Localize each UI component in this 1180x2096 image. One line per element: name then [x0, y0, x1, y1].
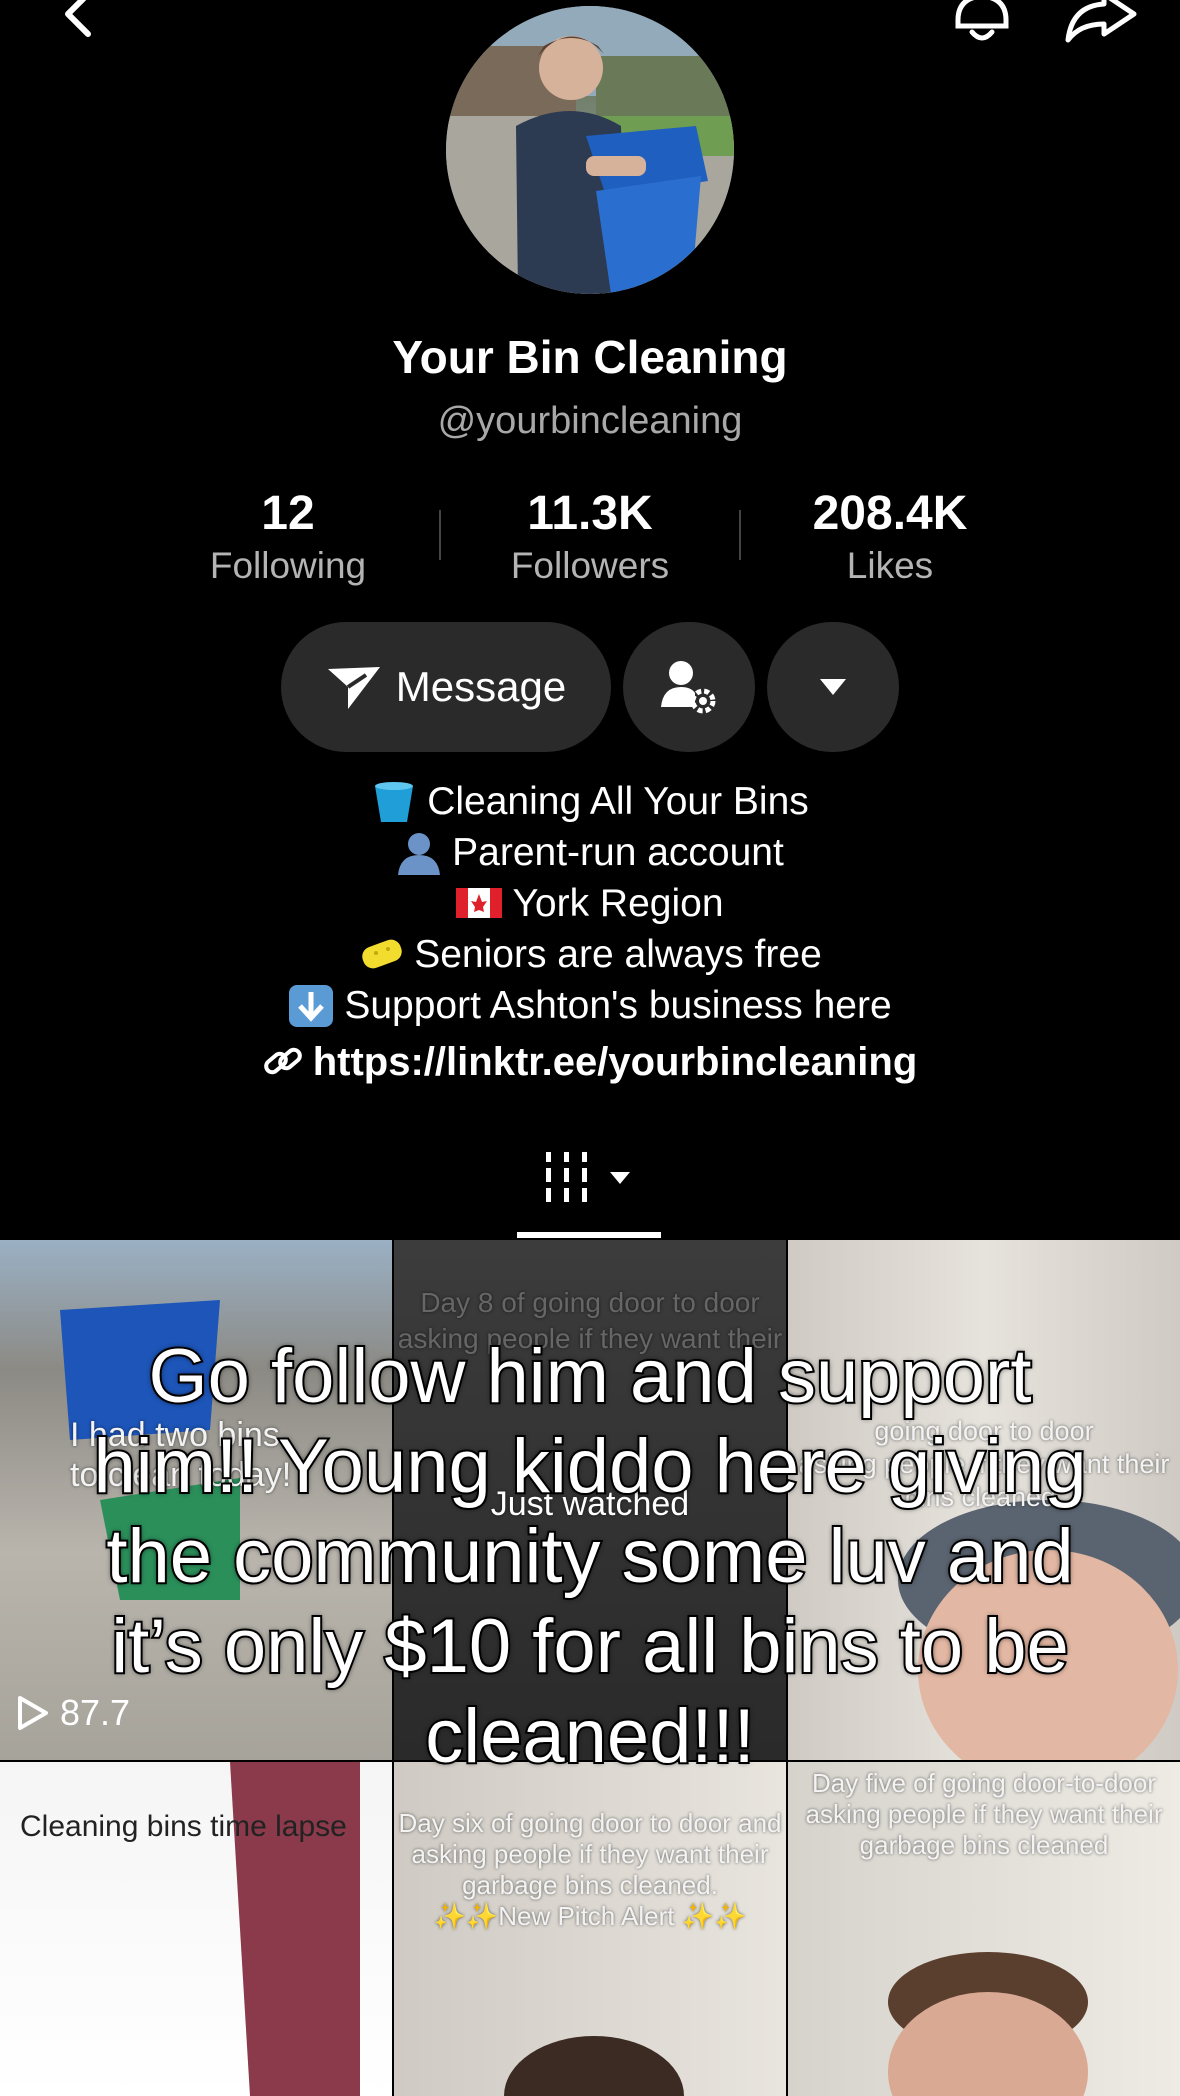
- back-chevron-icon[interactable]: [56, 0, 100, 42]
- bio-line: Support Ashton's business here: [0, 984, 1180, 1028]
- bio-text: Parent-run account: [452, 831, 784, 874]
- play-icon: [18, 1696, 48, 1730]
- bell-icon[interactable]: [950, 0, 1014, 48]
- link-icon: [263, 1043, 303, 1079]
- stat-followers-value: 11.3K: [527, 487, 653, 540]
- silhouette-icon: [396, 831, 442, 875]
- profile-name: Your Bin Cleaning: [392, 331, 788, 383]
- bio-text: Cleaning All Your Bins: [427, 780, 809, 823]
- video-tile[interactable]: Day five of going door-to-door asking pe…: [788, 1762, 1180, 2096]
- send-icon: [326, 663, 382, 711]
- message-button-label: Message: [395, 663, 567, 710]
- stat-likes[interactable]: 208.4K Likes: [740, 486, 1040, 587]
- stat-following[interactable]: 12 Following: [138, 486, 438, 587]
- friend-settings-button[interactable]: [623, 622, 755, 752]
- bio-text: York Region: [512, 882, 724, 925]
- profile-handle: @yourbincleaning: [437, 400, 743, 442]
- stat-following-value: 12: [261, 487, 315, 540]
- bio-line: Seniors are always free: [0, 933, 1180, 977]
- bucket-icon: [371, 780, 417, 822]
- bio-text: Support Ashton's business here: [344, 984, 892, 1027]
- video-caption: Day six of going door to door and asking…: [398, 1808, 782, 1931]
- overlay-caption: Go follow him and support him!! Young ki…: [92, 1332, 1089, 1781]
- avatar[interactable]: [446, 6, 734, 294]
- down-arrow-icon: [288, 984, 334, 1027]
- bio-line: Parent-run account: [0, 831, 1180, 875]
- bio-link[interactable]: https://linktr.ee/yourbincleaning: [0, 1040, 1180, 1085]
- video-tile[interactable]: Day six of going door to door and asking…: [394, 1762, 786, 2096]
- share-icon[interactable]: [1062, 0, 1138, 48]
- person-gear-icon: [659, 657, 719, 717]
- stat-following-label: Following: [209, 545, 367, 586]
- message-button[interactable]: Message: [281, 622, 611, 752]
- video-tile[interactable]: Cleaning bins time lapse: [0, 1762, 392, 2096]
- bio-line: Cleaning All Your Bins: [0, 780, 1180, 824]
- stat-followers-label: Followers: [510, 545, 670, 586]
- bio-line: York Region: [0, 882, 1180, 926]
- tab-underline: [517, 1232, 661, 1238]
- caret-down-icon: [818, 677, 848, 697]
- bio-text: Seniors are always free: [414, 933, 822, 976]
- sponge-icon: [358, 933, 404, 973]
- video-caption: Cleaning bins time lapse: [20, 1810, 347, 1843]
- bio-link-text: https://linktr.ee/yourbincleaning: [312, 1040, 918, 1084]
- stat-followers[interactable]: 11.3K Followers: [440, 486, 740, 587]
- videos-grid-tab[interactable]: [546, 1150, 636, 1210]
- more-options-button[interactable]: [767, 622, 899, 752]
- stat-likes-label: Likes: [846, 545, 934, 586]
- stat-likes-value: 208.4K: [812, 487, 968, 540]
- grid-bars-icon: [546, 1152, 630, 1202]
- canada-flag-icon: [456, 882, 503, 922]
